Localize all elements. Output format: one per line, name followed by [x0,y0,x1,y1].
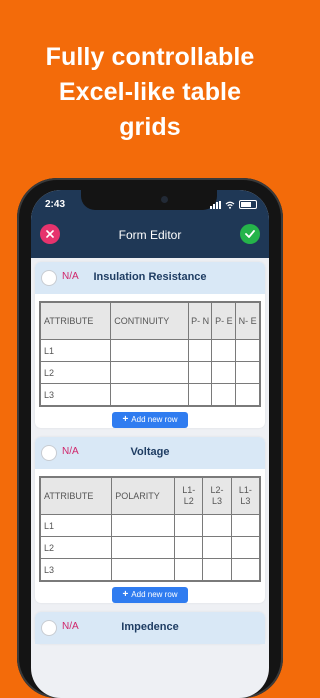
column-header[interactable]: P- E [211,302,237,340]
table-row: L3 [40,383,260,406]
table-cell[interactable] [111,514,176,537]
camera-icon [161,196,168,203]
table-cell[interactable]: L3 [40,383,112,406]
table-cell[interactable] [211,339,237,362]
table-cell[interactable] [174,536,204,559]
status-time: 2:43 [45,199,66,210]
column-header[interactable]: L2- L3 [202,477,232,515]
data-table: ATTRIBUTE POLARITY L1- L2 L2- L3 L1- L3 … [39,476,261,582]
plus-icon: + [122,589,129,600]
table-cell[interactable] [230,558,260,581]
column-header[interactable]: L1- L2 [174,477,204,515]
table-cell[interactable]: L1 [40,339,112,362]
column-header[interactable]: ATTRIBUTE [40,477,113,515]
add-row-button[interactable]: + Add new row [112,587,188,603]
table-cell[interactable] [111,536,176,559]
table-cell[interactable]: L2 [40,361,112,384]
add-row-button[interactable]: + Add new row [112,412,188,428]
section-header: N/A Insulation Resistance [35,262,265,294]
table-cell[interactable] [211,383,237,406]
section-title: Insulation Resistance [93,271,207,283]
app-bar: 2:43 Form Editor [31,190,269,258]
table-cell[interactable] [202,536,232,559]
table-header-row: ATTRIBUTE CONTINUITY P- N P- E N- E [40,302,260,340]
table-cell[interactable] [111,558,176,581]
form-content: N/A Insulation Resistance ATTRIBUTE CONT… [31,258,269,698]
headline-line-1: Fully controllable [45,43,255,71]
headline-line-3: grids [119,113,181,141]
section-voltage: N/A Voltage ATTRIBUTE POLARITY L1- L2 L2… [35,437,265,603]
table-cell[interactable] [235,339,260,362]
column-header[interactable]: L1- L3 [230,477,260,515]
signal-icon [210,200,221,209]
column-header[interactable]: ATTRIBUTE [40,302,112,340]
table-cell[interactable] [187,339,213,362]
table-header-row: ATTRIBUTE POLARITY L1- L2 L2- L3 L1- L3 [40,477,260,515]
table-cell[interactable] [174,514,204,537]
table-cell[interactable] [187,361,213,384]
notch [81,190,217,210]
confirm-button[interactable] [240,224,260,244]
table-cell[interactable] [187,383,213,406]
column-header[interactable]: P- N [187,302,213,340]
table-cell[interactable] [235,361,260,384]
table-cell[interactable] [202,514,232,537]
battery-icon [239,200,257,209]
table-cell[interactable] [230,514,260,537]
plus-icon: + [122,414,129,425]
table-cell[interactable] [174,558,204,581]
page-title: Form Editor [118,228,182,242]
column-header[interactable]: POLARITY [111,477,176,515]
section-title: Voltage [130,446,170,458]
table-cell[interactable] [230,536,260,559]
table-cell[interactable]: L1 [40,514,113,537]
table-row: L1 [40,339,260,362]
section-header: N/A Impedence [35,612,265,644]
table-cell[interactable]: L3 [40,558,113,581]
add-row-label: Add new row [131,415,178,424]
section-header: N/A Voltage [35,437,265,469]
table-cell[interactable] [202,558,232,581]
table-cell[interactable] [211,361,237,384]
column-header[interactable]: N- E [235,302,260,340]
section-impedence: N/A Impedence [35,612,265,644]
table-cell[interactable]: L2 [40,536,113,559]
table-row: L2 [40,536,260,559]
table-cell[interactable] [235,383,260,406]
check-icon [245,230,255,238]
table-row: L3 [40,558,260,581]
wifi-icon [225,201,235,209]
section-title: Impedence [121,621,179,633]
table-cell[interactable] [110,361,189,384]
data-table: ATTRIBUTE CONTINUITY P- N P- E N- E L1 L… [39,301,261,407]
table-cell[interactable] [110,339,189,362]
section-insulation-resistance: N/A Insulation Resistance ATTRIBUTE CONT… [35,262,265,428]
column-header[interactable]: CONTINUITY [110,302,189,340]
add-row-label: Add new row [131,590,178,599]
phone-screen: 2:43 Form Editor N/A Insulation Resistan… [31,190,269,698]
headline-line-2: Excel-like table [58,78,242,106]
table-row: L1 [40,514,260,537]
table-row: L2 [40,361,260,384]
phone-frame: 2:43 Form Editor N/A Insulation Resistan… [17,178,283,698]
status-icons [210,200,257,209]
table-cell[interactable] [110,383,189,406]
headline: Fully controllable Excel-like table grid… [0,40,300,145]
